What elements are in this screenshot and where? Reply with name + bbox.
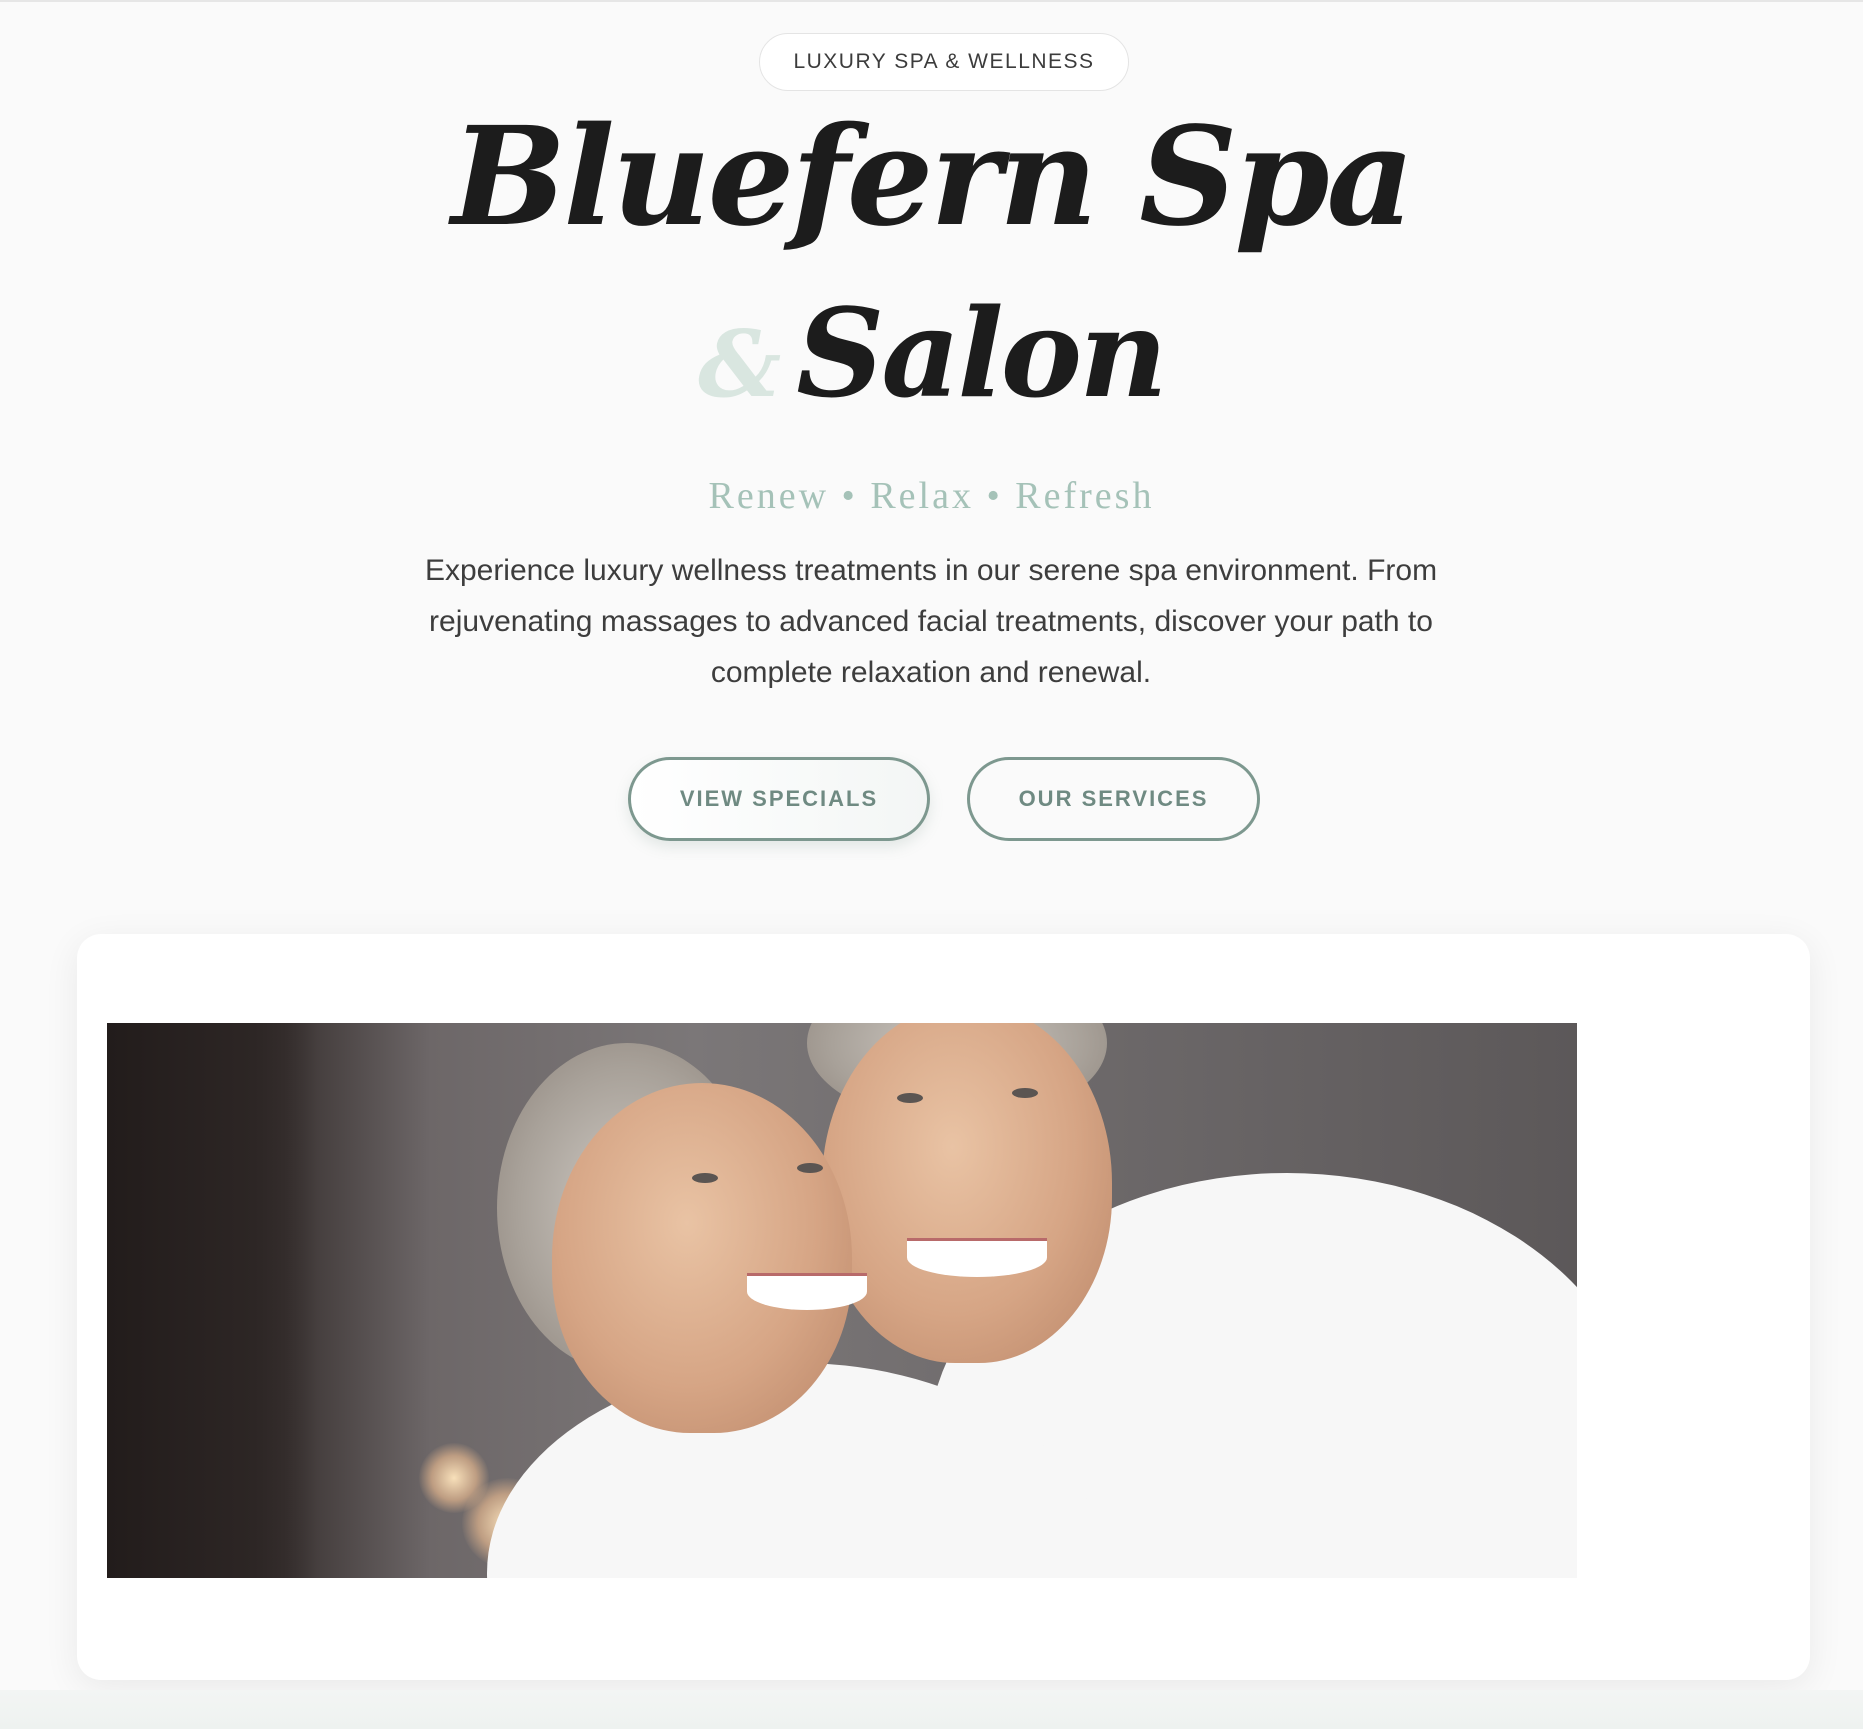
man-eye (1012, 1088, 1038, 1098)
hero-section: LUXURY SPA & WELLNESS Bluefern Spa & Salo… (0, 0, 1863, 900)
photo-background-shadow (107, 1023, 317, 1578)
view-specials-button[interactable]: VIEW SPECIALS (628, 757, 930, 841)
couple-spa-photo (107, 1023, 1577, 1578)
title-line-brand: Bluefern Spa (451, 97, 1414, 257)
woman-smile (747, 1273, 867, 1310)
next-section-edge (0, 1690, 1863, 1729)
woman-face (552, 1083, 852, 1433)
title-salon-word: Salon (796, 281, 1168, 425)
our-services-button[interactable]: OUR SERVICES (967, 757, 1260, 841)
woman-eye (692, 1173, 718, 1183)
title-line-salon: & Salon (0, 278, 1863, 439)
category-badge: LUXURY SPA & WELLNESS (759, 33, 1129, 91)
title-ampersand: & (698, 310, 781, 418)
man-eye (897, 1093, 923, 1103)
tagline: Renew • Relax • Refresh (708, 475, 1155, 517)
hero-description: Experience luxury wellness treatments in… (424, 554, 1438, 689)
man-face (822, 1023, 1112, 1363)
hero-image-card (77, 934, 1810, 1680)
man-smile (907, 1238, 1047, 1277)
woman-eye (797, 1163, 823, 1173)
